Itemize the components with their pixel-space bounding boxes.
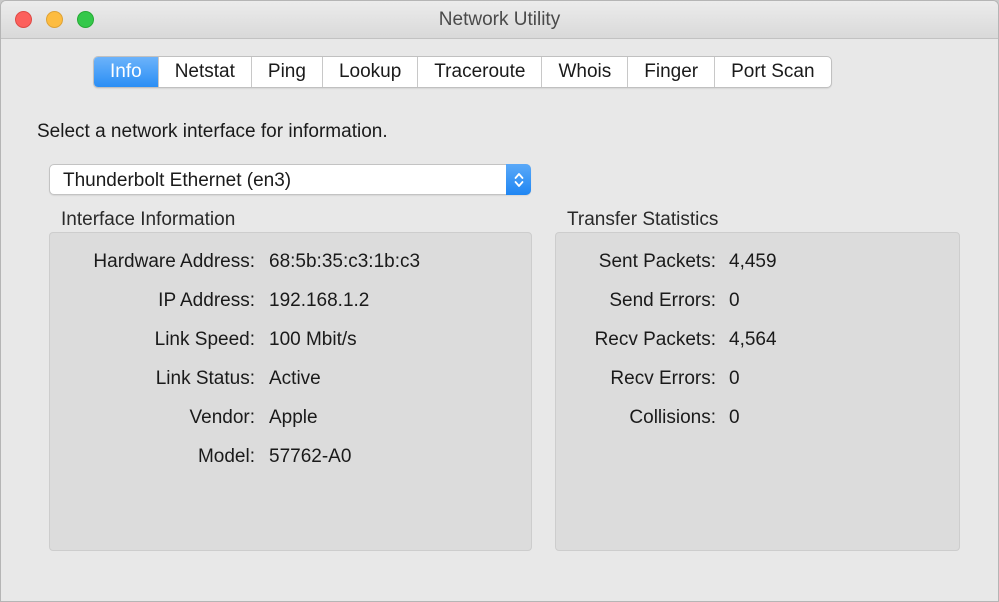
tab-port-scan[interactable]: Port Scan [715,57,830,87]
updown-chevron-icon[interactable] [506,164,531,195]
info-key: Vendor: [189,407,256,428]
window-title: Network Utility [438,9,561,30]
tab-bar: Info Netstat Ping Lookup Traceroute Whoi… [93,56,832,88]
stats-value: 0 [729,407,740,428]
stats-row-sent-packets: Sent Packets: 4,459 [556,251,959,275]
stats-row-recv-packets: Recv Packets: 4,564 [556,329,959,353]
tab-traceroute[interactable]: Traceroute [418,57,543,87]
info-row-link-speed: Link Speed: 100 Mbit/s [50,329,531,353]
stats-row-recv-errors: Recv Errors: 0 [556,368,959,392]
chevron-updown-icon [514,172,523,187]
info-value: 100 Mbit/s [269,329,357,350]
interface-info-heading: Interface Information [61,209,236,230]
info-value: Apple [269,407,318,428]
tab-lookup[interactable]: Lookup [323,57,419,87]
stats-row-send-errors: Send Errors: 0 [556,290,959,314]
stats-key: Collisions: [629,407,716,428]
stats-row-collisions: Collisions: 0 [556,407,959,431]
tab-ping[interactable]: Ping [252,57,323,87]
transfer-stats-heading: Transfer Statistics [567,209,719,230]
info-value: 68:5b:35:c3:1b:c3 [269,251,421,272]
title-bar[interactable]: Network Utility [1,1,998,39]
info-key: Link Status: [155,368,255,389]
info-key: IP Address: [158,290,255,311]
network-utility-window: Network Utility Info Netstat Ping Lookup… [0,0,999,602]
interface-select-value: Thunderbolt Ethernet (en3) [63,170,292,191]
tab-info[interactable]: Info [94,57,159,87]
info-value: Active [269,368,321,389]
info-key: Hardware Address: [93,251,255,272]
info-value: 192.168.1.2 [269,290,370,311]
info-row-model: Model: 57762-A0 [50,446,531,470]
tab-finger[interactable]: Finger [628,57,716,87]
stats-key: Send Errors: [609,290,716,311]
info-key: Model: [197,446,255,467]
stats-value: 4,459 [729,251,777,272]
stats-key: Recv Packets: [594,329,716,350]
info-row-link-status: Link Status: Active [50,368,531,392]
info-row-hardware-address: Hardware Address: 68:5b:35:c3:1b:c3 [50,251,531,275]
info-row-ip-address: IP Address: 192.168.1.2 [50,290,531,314]
stats-value: 0 [729,290,740,311]
interface-info-panel: Hardware Address: 68:5b:35:c3:1b:c3 IP A… [49,232,532,551]
stats-key: Recv Errors: [610,368,716,389]
info-value: 57762-A0 [269,446,352,467]
stats-value: 0 [729,368,740,389]
stats-value: 4,564 [729,329,777,350]
info-row-vendor: Vendor: Apple [50,407,531,431]
tab-whois[interactable]: Whois [542,57,629,87]
tab-netstat[interactable]: Netstat [159,57,252,87]
info-key: Link Speed: [154,329,255,350]
interface-prompt: Select a network interface for informati… [37,121,388,142]
transfer-stats-panel: Sent Packets: 4,459 Send Errors: 0 Recv … [555,232,960,551]
interface-select[interactable]: Thunderbolt Ethernet (en3) [49,164,531,195]
stats-key: Sent Packets: [598,251,716,272]
